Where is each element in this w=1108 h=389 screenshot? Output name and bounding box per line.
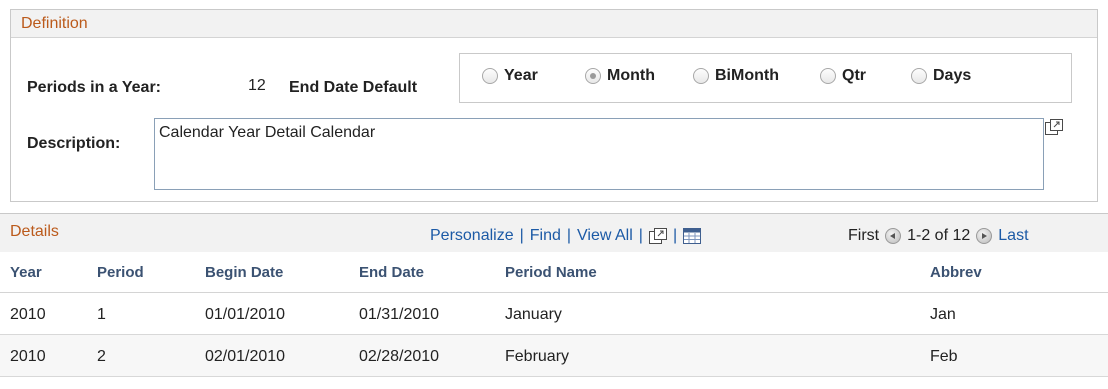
radio-bimonth-label: BiMonth: [715, 67, 779, 84]
next-arrow-icon[interactable]: [976, 228, 993, 244]
column-header-abbrev[interactable]: Abbrev: [930, 264, 982, 281]
spreadsheet-icon[interactable]: [683, 228, 702, 244]
radio-year[interactable]: Year: [482, 67, 538, 85]
radio-circle-icon[interactable]: [911, 68, 927, 84]
cell-year: 2010: [10, 348, 46, 365]
cell-period: 2: [97, 348, 106, 365]
cell-year: 2010: [10, 306, 46, 323]
cell-period-name: January: [505, 306, 562, 323]
last-link[interactable]: Last: [998, 227, 1028, 245]
radio-month[interactable]: Month: [585, 67, 655, 85]
column-header-period-name[interactable]: Period Name: [505, 264, 597, 281]
row-range: 1-2 of 12: [907, 227, 971, 244]
radio-days-label: Days: [933, 67, 972, 84]
end-date-default-radio-group: Year Month BiMonth Qtr Days: [459, 53, 1072, 103]
radio-year-label: Year: [504, 67, 538, 84]
find-link[interactable]: Find: [530, 227, 561, 245]
separator: |: [672, 227, 678, 244]
radio-month-label: Month: [607, 67, 655, 84]
column-header-period[interactable]: Period: [97, 264, 144, 281]
details-header-bar: Details Personalize | Find | View All | …: [0, 214, 1108, 252]
separator: |: [519, 227, 524, 244]
periods-in-year-value: 12: [248, 77, 266, 94]
table-row: 2010 1 01/01/2010 01/31/2010 January Jan: [0, 293, 1108, 335]
radio-circle-selected-icon[interactable]: [585, 68, 601, 84]
radio-circle-icon[interactable]: [693, 68, 709, 84]
cell-begin-date: 02/01/2010: [205, 348, 286, 365]
cell-abbrev: Feb: [930, 348, 958, 365]
description-textarea[interactable]: Calendar Year Detail Calendar: [154, 118, 1044, 190]
radio-circle-icon[interactable]: [820, 68, 836, 84]
details-grid: Details Personalize | Find | View All | …: [0, 213, 1108, 389]
description-label: Description:: [27, 135, 121, 152]
radio-qtr[interactable]: Qtr: [820, 67, 866, 85]
grid-column-headers: Year Period Begin Date End Date Period N…: [0, 252, 1108, 293]
previous-arrow-icon[interactable]: [885, 228, 902, 244]
column-header-year[interactable]: Year: [10, 264, 42, 281]
cell-begin-date: 01/01/2010: [205, 306, 286, 323]
expand-window-icon[interactable]: [1045, 119, 1063, 135]
radio-circle-icon[interactable]: [482, 68, 498, 84]
column-header-begin-date[interactable]: Begin Date: [205, 264, 283, 281]
grid-toolbar-links: Personalize | Find | View All | |: [430, 227, 702, 245]
grid-pagination: First 1-2 of 12 Last: [848, 227, 1029, 245]
table-row: 2010 2 02/01/2010 02/28/2010 February Fe…: [0, 335, 1108, 377]
definition-group-box: Definition Periods in a Year: 12 End Dat…: [10, 9, 1098, 202]
radio-bimonth[interactable]: BiMonth: [693, 67, 779, 85]
definition-section-title: Definition: [11, 10, 1097, 38]
radio-days[interactable]: Days: [911, 67, 971, 85]
view-all-link[interactable]: View All: [577, 227, 633, 245]
cell-end-date: 01/31/2010: [359, 306, 440, 323]
details-section-title: Details: [10, 223, 59, 240]
column-header-end-date[interactable]: End Date: [359, 264, 424, 281]
cell-end-date: 02/28/2010: [359, 348, 440, 365]
end-date-default-label: End Date Default: [289, 79, 418, 96]
periods-in-year-label: Periods in a Year:: [27, 79, 161, 96]
separator: |: [638, 227, 643, 244]
personalize-link[interactable]: Personalize: [430, 227, 514, 245]
cell-period: 1: [97, 306, 106, 323]
separator: |: [566, 227, 572, 244]
radio-qtr-label: Qtr: [842, 67, 866, 84]
first-label: First: [848, 227, 880, 244]
cell-abbrev: Jan: [930, 306, 956, 323]
cell-period-name: February: [505, 348, 570, 365]
expand-window-icon[interactable]: [648, 228, 667, 244]
